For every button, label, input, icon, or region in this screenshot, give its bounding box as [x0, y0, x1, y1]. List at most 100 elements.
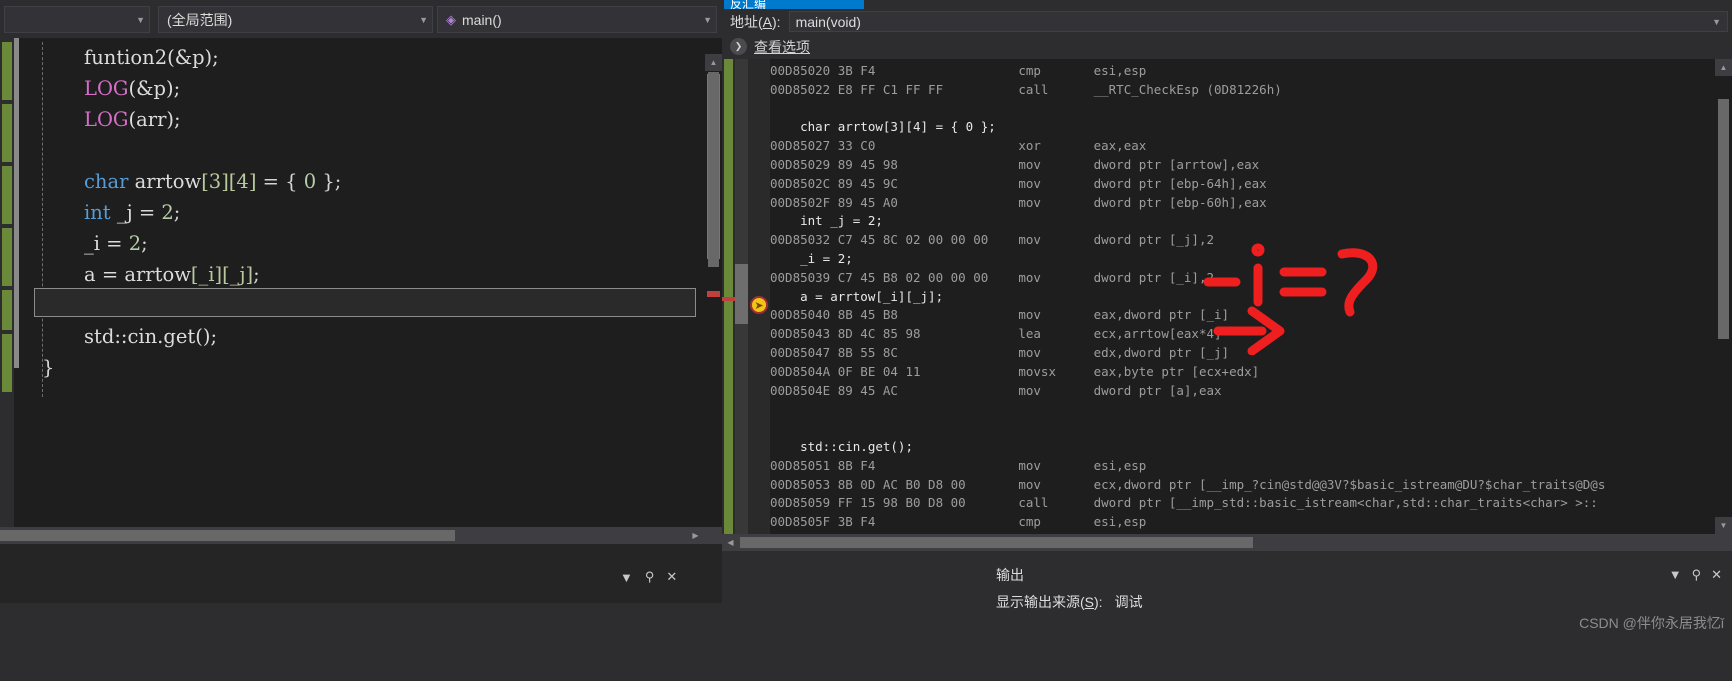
- disassembly-listing[interactable]: 00D85020 3B F4 cmp esi,esp 00D85022 E8 FF…: [770, 59, 1714, 534]
- output-source-label: 显示输出来源(S):: [996, 594, 1103, 610]
- disassembly-vscroll-thumb[interactable]: [1718, 99, 1729, 339]
- code-token: ;: [173, 201, 181, 224]
- code-token: }: [42, 356, 55, 379]
- function-combo[interactable]: ◈ main() ▼: [437, 6, 717, 33]
- code-line: a = arrtow[_i][_j];: [36, 259, 700, 290]
- disassembly-source-line: std::cin.get();: [770, 438, 1714, 457]
- pin-icon[interactable]: ⚲: [645, 569, 655, 585]
- output-toolbar: 显示输出来源(S): 调试: [988, 588, 1732, 616]
- address-bar: 地址(A): main(void) ▼: [722, 9, 1732, 34]
- chevron-down-icon: ▼: [419, 14, 428, 25]
- disassembly-source-text: std::cin.get();: [770, 438, 913, 454]
- disassembly-text-area[interactable]: ➤ 00D85020 3B F4 cmp esi,esp 00D85022 E8 …: [722, 59, 1732, 534]
- code-token: [_i][_j]: [190, 263, 254, 286]
- disassembly-source-line: char arrtow[3][4] = { 0 };: [770, 118, 1714, 137]
- disassembly-instruction-line: 00D8502F 89 45 A0 mov dword ptr [ebp-60h…: [770, 194, 1267, 210]
- output-title: 输出: [996, 566, 1024, 583]
- scroll-up-arrow[interactable]: ▲: [1715, 59, 1732, 76]
- code-token: a = arrtow: [84, 263, 191, 286]
- disassembly-tab-strip: 反汇编: [722, 0, 1732, 9]
- view-options-row[interactable]: ❯ 查看选项: [722, 34, 1732, 59]
- view-options-label[interactable]: 查看选项: [754, 37, 810, 57]
- pin-icon[interactable]: ⚲: [1692, 567, 1702, 583]
- disassembly-vertical-scrollbar[interactable]: ▲ ▼: [1715, 59, 1732, 534]
- editor-text-area[interactable]: funtion2(&p); LOG(&p); LOG(arr); char arrto…: [0, 38, 722, 544]
- disassembly-instruction-line: 00D8504E 89 45 AC mov dword ptr [a],eax: [770, 382, 1222, 398]
- code-line: _i = 2;: [36, 228, 700, 259]
- scroll-down-arrow[interactable]: ▼: [1715, 517, 1732, 534]
- disassembly-instruction-line: 00D85020 3B F4 cmp esi,esp: [770, 63, 1147, 78]
- code-token: arrtow: [128, 170, 202, 193]
- source-code[interactable]: funtion2(&p); LOG(&p); LOG(arr); char arrto…: [36, 38, 700, 526]
- scroll-up-arrow[interactable]: ▲: [705, 54, 722, 71]
- disassembly-instruction-line: 00D85040 8B 45 B8 mov eax,dword ptr [_i]: [770, 307, 1230, 323]
- disassembly-blank-line: [770, 400, 1714, 419]
- code-token: = {: [256, 170, 304, 193]
- code-line: std::cin.get();: [36, 321, 700, 352]
- output-source-value: 调试: [1114, 594, 1143, 610]
- disassembly-instruction-line: 00D85022 E8 FF C1 FF FF call __RTC_Check…: [770, 81, 1282, 97]
- disassembly-instruction-line: 00D8504A 0F BE 04 11 movsx eax,byte ptr …: [770, 363, 1260, 379]
- code-token: ;: [253, 263, 260, 286]
- code-token: LOG: [84, 77, 129, 100]
- disassembly-instruction-line: 00D8505F 3B F4 cmp esi,esp: [770, 514, 1147, 530]
- disassembly-source-line: a = arrtow[_i][_j];: [770, 288, 1714, 307]
- disassembly-hscroll-thumb[interactable]: [740, 537, 1253, 548]
- editor-vertical-scrollbar[interactable]: ▲ ▼: [705, 38, 722, 544]
- code-token: 0: [303, 170, 317, 193]
- code-token: 2: [128, 232, 142, 255]
- editor-dock-bar: [0, 561, 722, 603]
- code-token: };: [316, 170, 342, 193]
- close-icon[interactable]: ✕: [666, 569, 677, 585]
- disassembly-source-text: _i = 2;: [770, 250, 853, 266]
- chevron-down-circle-icon[interactable]: ❯: [730, 38, 747, 55]
- code-line: LOG(&p);: [36, 73, 700, 104]
- disassembly-blank-line: [770, 100, 1714, 119]
- address-label: 地址(A):: [730, 13, 781, 30]
- code-token: (&p);: [128, 77, 181, 100]
- code-token: funtion2(&p);: [84, 46, 219, 69]
- watermark: CSDN @伴你永居我忆ǐ: [1579, 615, 1724, 631]
- visual-studio-debug-window: ▼ (全局范围) ▼ ◈ main() ▼ ⬍: [0, 0, 1732, 681]
- lower-left-background: [0, 603, 988, 681]
- disassembly-breakpoint-tick: [722, 297, 735, 301]
- address-input[interactable]: main(void) ▼: [788, 11, 1728, 32]
- change-track-margin: [0, 38, 14, 544]
- code-line: char arrtow[3][4] = { 0 };: [36, 166, 700, 197]
- method-icon: ◈: [446, 11, 456, 27]
- current-statement-arrow: ➤: [750, 296, 768, 314]
- editor-hscroll-thumb[interactable]: [0, 530, 455, 541]
- code-token: LOG: [84, 108, 129, 131]
- disassembly-pane: 反汇编 地址(A): main(void) ▼ ❯ 查看选项 ➤ 00D8502…: [722, 0, 1732, 561]
- disassembly-instruction-line: 00D8502C 89 45 9C mov dword ptr [ebp-64h…: [770, 175, 1267, 191]
- code-token: char: [84, 170, 129, 193]
- disassembly-instruction-line: 00D85047 8B 55 8C mov edx,dword ptr [_j]: [770, 344, 1230, 360]
- code-token: _j =: [110, 201, 162, 224]
- project-combo[interactable]: ▼: [4, 6, 150, 33]
- code-line: int _j = 2;: [36, 197, 700, 228]
- address-input-value: main(void): [795, 13, 861, 30]
- chevron-down-icon: ▼: [703, 14, 712, 25]
- code-token: _i =: [84, 232, 129, 255]
- disassembly-horizontal-scrollbar[interactable]: ◀: [722, 534, 1732, 551]
- chevron-down-icon[interactable]: ▼: [1712, 17, 1721, 27]
- chevron-down-icon[interactable]: ▼: [620, 570, 633, 585]
- code-line: LOG(arr);: [36, 104, 700, 135]
- disassembly-gutter-thumb[interactable]: [735, 264, 748, 324]
- code-token: ;: [141, 232, 148, 255]
- editor-horizontal-scrollbar[interactable]: ▶: [0, 527, 722, 544]
- editor-navigation-bar: ▼ (全局范围) ▼ ◈ main() ▼: [0, 0, 722, 38]
- output-source-combo[interactable]: 调试: [1110, 591, 1207, 613]
- disassembly-instruction-line: 00D85051 8B F4 mov esi,esp: [770, 457, 1147, 473]
- editor-vscroll-thumb[interactable]: [708, 72, 719, 267]
- scope-combo[interactable]: (全局范围) ▼: [158, 6, 433, 33]
- disassembly-instruction-line: 00D85059 FF 15 98 B0 D8 00 call dword pt…: [770, 495, 1598, 511]
- scroll-right-arrow[interactable]: ▶: [687, 527, 704, 544]
- scroll-left-arrow[interactable]: ◀: [722, 534, 739, 551]
- tab-disassembly[interactable]: 反汇编: [724, 0, 864, 9]
- close-icon[interactable]: ✕: [1711, 567, 1722, 583]
- scrollbar-breakpoint-marker: [707, 291, 720, 297]
- chevron-down-icon[interactable]: ▼: [1669, 567, 1682, 582]
- disassembly-source-text: a = arrtow[_i][_j];: [770, 288, 944, 304]
- scope-combo-value: (全局范围): [167, 11, 233, 28]
